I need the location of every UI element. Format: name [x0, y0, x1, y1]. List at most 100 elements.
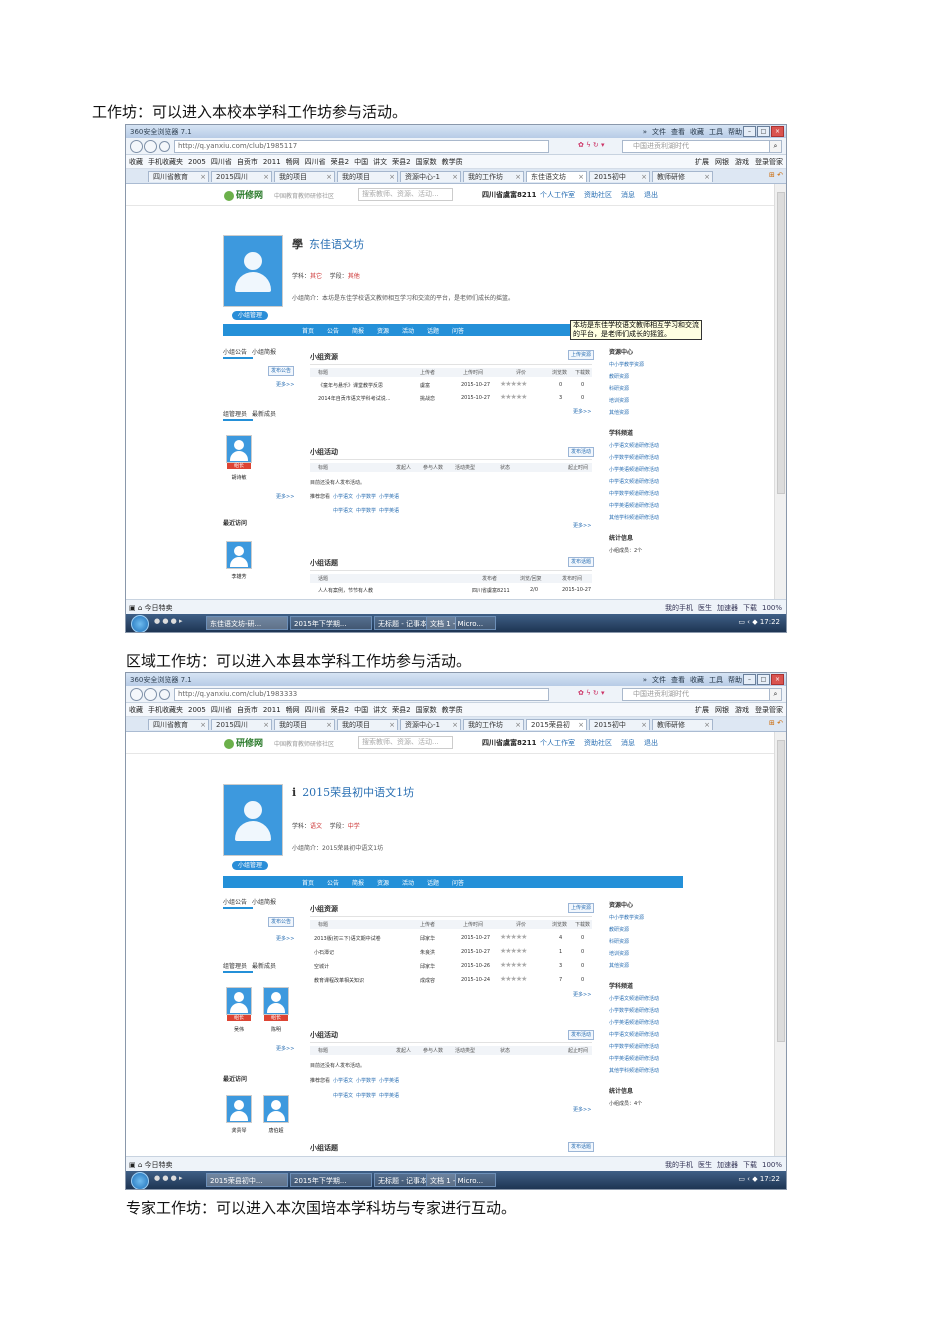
publish-notice-button[interactable]: 发布公告: [268, 917, 295, 927]
fav-item[interactable]: 2011: [263, 158, 281, 166]
search-icon[interactable]: ⌕: [769, 140, 782, 153]
menu-item[interactable]: »: [643, 128, 647, 136]
rec-link[interactable]: 小学语文: [333, 1078, 353, 1084]
bank-button[interactable]: 网银: [715, 158, 729, 166]
browser-tab[interactable]: 教师研修 ×: [652, 171, 713, 182]
minimize-icon[interactable]: –: [743, 674, 756, 685]
taskbar-window-button[interactable]: 2015年下学期...: [290, 616, 372, 630]
link-studio[interactable]: 个人工作室: [540, 739, 575, 747]
table-row[interactable]: 小石潭记 朱良洪 2015-10-27 ★★★★★ 1 0: [310, 947, 592, 958]
nav-notice[interactable]: 公告: [327, 878, 339, 887]
extensions-button[interactable]: 扩展: [695, 158, 709, 166]
fav-item[interactable]: 四川省: [211, 158, 232, 166]
activities-more-link[interactable]: 更多>>: [573, 1106, 591, 1113]
tray-icons[interactable]: ▭ ‹ ◆: [738, 618, 759, 626]
browser-tab[interactable]: 我的工作坊 ×: [463, 171, 524, 182]
tab-tools-icon[interactable]: ⊞ ↶: [769, 719, 783, 727]
tray-icons[interactable]: ▭ ‹ ◆: [738, 1175, 759, 1183]
fav-item[interactable]: 中国: [354, 158, 368, 166]
site-logo[interactable]: 研修网: [224, 736, 263, 749]
taskbar-window-button[interactable]: 2015荣县初中...: [206, 1173, 288, 1187]
right-link[interactable]: 小学语文频道研修活动: [609, 995, 679, 1002]
fav-item[interactable]: 2005: [188, 706, 206, 714]
publish-topic-button[interactable]: 发布话题: [568, 557, 595, 567]
table-row[interactable]: 人人有案例，节节有人教 四川省虞富8211 2/0 2015-10-27: [310, 586, 592, 596]
rec-link[interactable]: 小学语文: [333, 494, 353, 500]
right-link[interactable]: 其他学科频道研修活动: [609, 1067, 679, 1074]
address-input[interactable]: http://q.yanxiu.com/club/1985117: [174, 140, 549, 153]
taskbar-window-button[interactable]: 东佳语文坊-研...: [206, 616, 288, 630]
browser-tab[interactable]: 2015初中 ×: [589, 171, 650, 182]
right-link[interactable]: 小学英语频道研修活动: [609, 466, 679, 473]
status-phone[interactable]: 我的手机: [665, 1161, 693, 1169]
nav-brief[interactable]: 简报: [352, 326, 364, 335]
taskbar-window-button[interactable]: 2015年下学期...: [290, 1173, 372, 1187]
fav-item[interactable]: 手机收藏夹: [148, 158, 183, 166]
fav-item[interactable]: 四川省: [305, 706, 326, 714]
tab-tools-icon[interactable]: ⊞ ↶: [769, 171, 783, 179]
browser-tab[interactable]: 我的工作坊 ×: [463, 719, 524, 730]
close-icon[interactable]: ×: [771, 126, 784, 137]
menu-file[interactable]: 文件: [652, 676, 666, 684]
tab-notice[interactable]: 小组公告: [223, 899, 247, 906]
nav-activities[interactable]: 活动: [402, 878, 414, 887]
members-more-link[interactable]: 更多>>: [276, 1045, 294, 1052]
taskbar-window-button[interactable]: 文档 1 - Micro...: [426, 1173, 496, 1187]
notice-more-link[interactable]: 更多>>: [276, 381, 294, 388]
address-input[interactable]: http://q.yanxiu.com/club/1983333: [174, 688, 549, 701]
nav-qa[interactable]: 问答: [452, 878, 464, 887]
publish-activity-button[interactable]: 发布活动: [568, 447, 595, 457]
link-messages[interactable]: 消息: [621, 739, 635, 747]
vertical-scrollbar[interactable]: [774, 184, 786, 600]
shield-icon[interactable]: [159, 689, 170, 700]
status-accelerator[interactable]: 加速器: [717, 604, 738, 612]
status-zoom[interactable]: 100%: [762, 604, 782, 612]
browser-tab[interactable]: 教师研修 ×: [652, 719, 713, 730]
menu-tools[interactable]: 工具: [709, 676, 723, 684]
member-card[interactable]: 组长 陈明: [263, 987, 289, 1033]
right-link[interactable]: 其他资源: [609, 962, 679, 969]
nav-topics[interactable]: 话题: [427, 878, 439, 887]
link-community[interactable]: 资助社区: [584, 739, 612, 747]
group-manage-button[interactable]: 小组管理: [232, 861, 269, 870]
fav-item[interactable]: 畅网: [286, 158, 300, 166]
menu-tools[interactable]: 工具: [709, 128, 723, 136]
search-icon[interactable]: ⌕: [769, 688, 782, 701]
status-doctor[interactable]: 医生: [698, 604, 712, 612]
tab-brief[interactable]: 小组简报: [252, 899, 276, 906]
rec-link[interactable]: 中学语文: [333, 1093, 353, 1099]
shield-icon[interactable]: [159, 141, 170, 152]
status-phone[interactable]: 我的手机: [665, 604, 693, 612]
status-accelerator[interactable]: 加速器: [717, 1161, 738, 1169]
right-link[interactable]: 教研资源: [609, 373, 679, 380]
fav-item[interactable]: 畅网: [286, 706, 300, 714]
site-search-input[interactable]: 搜索教师、资源、活动...: [358, 736, 453, 749]
nav-activities[interactable]: 活动: [402, 326, 414, 335]
right-link[interactable]: 教研资源: [609, 926, 679, 933]
menu-favorites[interactable]: 收藏: [690, 128, 704, 136]
browser-tab[interactable]: 四川省教育 ×: [148, 719, 209, 730]
right-link[interactable]: 其他资源: [609, 409, 679, 416]
menu-favorites[interactable]: 收藏: [690, 676, 704, 684]
forward-icon[interactable]: [144, 140, 157, 153]
table-row[interactable]: 2014年自贡市语文学科考试说... 挑战恋 2015-10-27 ★★★★★ 3 0: [310, 393, 592, 404]
fav-item[interactable]: 2011: [263, 706, 281, 714]
site-logo[interactable]: 研修网: [224, 188, 263, 201]
browser-tab-active[interactable]: 东佳语文坊 ×: [526, 171, 587, 182]
rec-link[interactable]: 小学英语: [379, 1078, 399, 1084]
browser-tab[interactable]: 2015初中 ×: [589, 719, 650, 730]
status-zoom[interactable]: 100%: [762, 1161, 782, 1169]
back-icon[interactable]: [130, 688, 143, 701]
fav-item[interactable]: 自贡市: [237, 706, 258, 714]
fav-item[interactable]: 收藏: [129, 158, 143, 166]
right-link[interactable]: 小学英语频道研修活动: [609, 1019, 679, 1026]
rec-link[interactable]: 中学数学: [356, 508, 376, 514]
start-button-icon[interactable]: [131, 1172, 149, 1189]
resources-more-link[interactable]: 更多>>: [573, 991, 591, 998]
games-button[interactable]: 游戏: [735, 706, 749, 714]
tab-admins[interactable]: 组管理员: [223, 411, 247, 418]
right-link[interactable]: 中学语文频道研修活动: [609, 478, 679, 485]
rec-link[interactable]: 小学数学: [356, 494, 376, 500]
publish-topic-button[interactable]: 发布话题: [568, 1142, 595, 1152]
member-card[interactable]: 组长 胡诗敏: [226, 435, 252, 481]
